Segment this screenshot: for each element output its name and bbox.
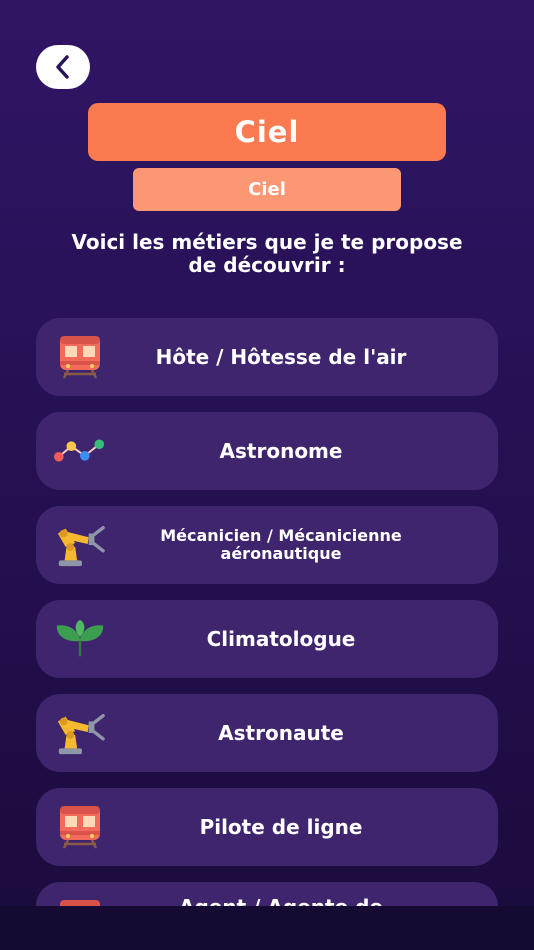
page-title: Ciel [88,103,446,161]
train-icon [54,333,106,381]
category-subtitle: Ciel [133,168,401,211]
robot-arm-icon [54,709,106,757]
chart-line-icon [54,427,106,475]
career-item-climatologue[interactable]: Climatologue [36,600,498,678]
leaves-icon [54,615,106,663]
career-label: Astronaute [218,720,344,745]
career-label: Astronome [219,438,343,463]
career-item-astronaute[interactable]: Astronaute [36,694,498,772]
career-label: Climatologue [206,626,356,651]
robot-arm-icon [54,521,106,569]
career-label: Pilote de ligne [199,814,363,839]
career-item-astronome[interactable]: Astronome [36,412,498,490]
career-item-agent[interactable]: Agent / Agente de [36,882,498,906]
career-item-mecanicien[interactable]: Mécanicien / Mécanicienne aéronautique [36,506,498,584]
career-item-hote-hotesse[interactable]: Hôte / Hôtesse de l'air [36,318,498,396]
bottom-bar [0,906,534,950]
career-label: Agent / Agente de [131,882,431,907]
train-icon [54,803,106,851]
chevron-left-icon [56,55,69,79]
career-item-pilote[interactable]: Pilote de ligne [36,788,498,866]
career-label: Mécanicien / Mécanicienne aéronautique [160,526,402,563]
career-label: Hôte / Hôtesse de l'air [155,344,407,369]
career-list[interactable]: Hôte / Hôtesse de l'air Astronome Mécani… [0,300,534,906]
intro-text: Voici les métiers que je te propose de d… [71,230,463,277]
back-button[interactable] [36,45,90,89]
train-icon [54,897,106,906]
